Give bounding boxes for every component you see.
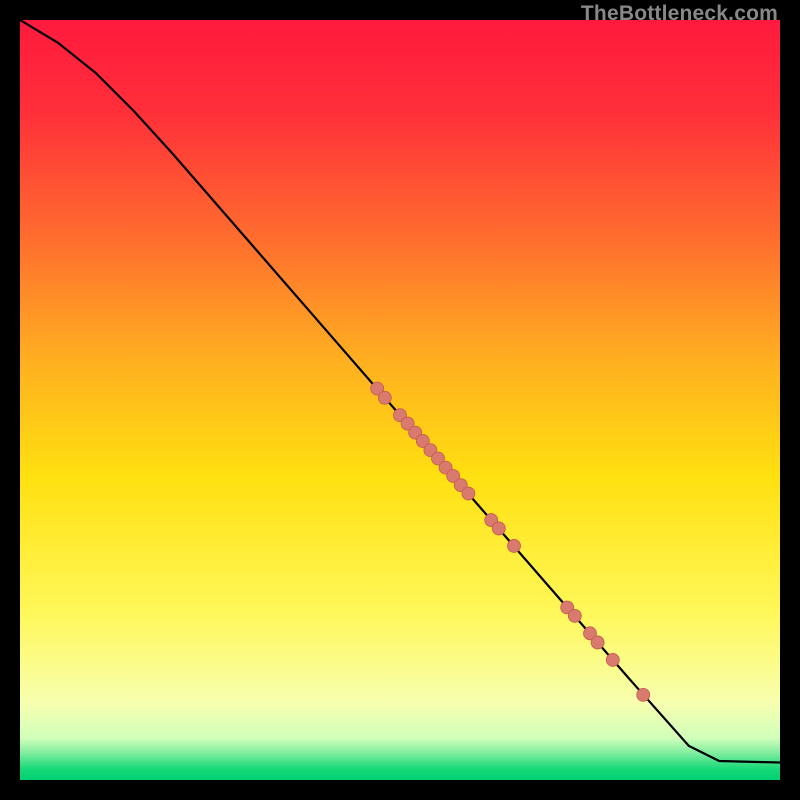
data-point	[508, 539, 521, 552]
bottleneck-chart	[20, 20, 780, 780]
chart-frame	[20, 20, 780, 780]
data-point	[637, 688, 650, 701]
data-point	[606, 653, 619, 666]
data-point	[492, 522, 505, 535]
data-point	[591, 636, 604, 649]
data-point	[568, 609, 581, 622]
data-point	[378, 391, 391, 404]
watermark-text: TheBottleneck.com	[581, 2, 778, 26]
chart-background	[20, 20, 780, 780]
data-point	[462, 487, 475, 500]
